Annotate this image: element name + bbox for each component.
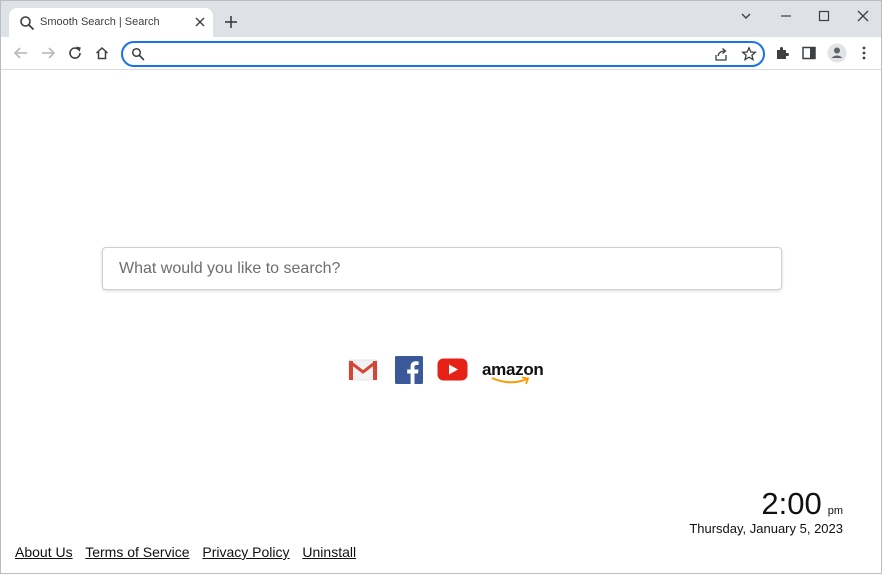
profile-avatar-icon[interactable] <box>827 43 847 63</box>
menu-dots-vertical-icon[interactable] <box>856 45 872 61</box>
home-icon[interactable] <box>94 45 110 61</box>
search-icon <box>131 47 145 61</box>
extensions-puzzle-icon[interactable] <box>774 45 790 61</box>
youtube-icon[interactable] <box>437 358 468 381</box>
tab-smooth-search[interactable]: Smooth Search | Search <box>9 8 213 37</box>
tab-search-chevron-down-icon[interactable] <box>739 9 753 23</box>
amazon-logo[interactable]: amazon <box>482 354 544 388</box>
search-icon <box>20 16 34 30</box>
gmail-icon[interactable] <box>348 358 378 382</box>
privacy-policy-link[interactable]: Privacy Policy <box>202 544 289 560</box>
bookmark-star-icon[interactable] <box>741 46 757 62</box>
amazon-smile-arrow-icon <box>491 376 530 385</box>
tab-title: Smooth Search | Search <box>40 16 160 28</box>
terms-of-service-link[interactable]: Terms of Service <box>85 544 189 560</box>
address-bar[interactable] <box>121 41 765 67</box>
maximize-icon[interactable] <box>817 9 831 23</box>
browser-toolbar <box>1 37 881 70</box>
search-input[interactable] <box>117 257 761 281</box>
minimize-icon[interactable] <box>779 9 793 23</box>
side-panel-icon[interactable] <box>801 45 817 61</box>
footer-links: About Us Terms of Service Privacy Policy… <box>15 544 365 560</box>
clock-date: Thursday, January 5, 2023 <box>689 521 843 536</box>
about-us-link[interactable]: About Us <box>15 544 73 560</box>
clock-ampm: pm <box>827 505 843 517</box>
share-icon[interactable] <box>713 46 729 62</box>
new-tab-plus-icon[interactable] <box>223 14 239 30</box>
facebook-icon[interactable] <box>395 356 423 384</box>
search-box[interactable] <box>102 247 782 290</box>
uninstall-link[interactable]: Uninstall <box>302 544 356 560</box>
close-icon[interactable] <box>193 15 207 29</box>
clock-time: 2:00 <box>761 486 822 521</box>
tab-strip: Smooth Search | Search <box>1 1 881 37</box>
reload-icon[interactable] <box>67 45 83 61</box>
address-input[interactable] <box>151 45 695 65</box>
back-arrow-icon[interactable] <box>13 45 29 61</box>
window-close-icon[interactable] <box>856 9 870 23</box>
browser-window: Smooth Search | Search What would you li… <box>0 0 882 574</box>
forward-arrow-icon[interactable] <box>40 45 56 61</box>
clock: 2:00 pm <box>761 486 843 522</box>
